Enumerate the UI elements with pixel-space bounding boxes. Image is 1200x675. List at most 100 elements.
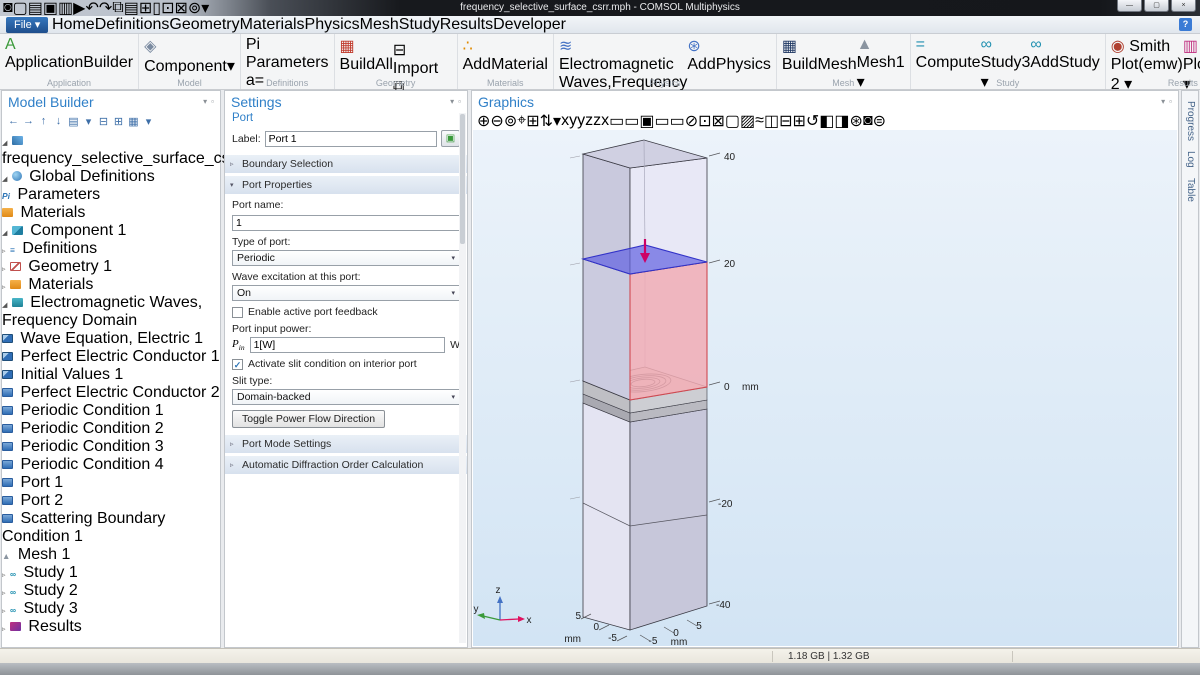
side-tab[interactable]: Progress: [1185, 101, 1196, 141]
panel-menu-icon[interactable]: ▾: [450, 97, 454, 106]
label-input[interactable]: [265, 131, 437, 147]
wave-excitation-select[interactable]: On ▾: [232, 285, 460, 301]
tree-item[interactable]: Pi Parameters: [2, 186, 220, 204]
toolbar-icon[interactable]: ⊡: [698, 111, 711, 131]
ribbon-tab[interactable]: Developer: [493, 16, 566, 34]
tree-item[interactable]: Port 2: [2, 492, 220, 510]
toolbar-icon[interactable]: ▭: [670, 111, 685, 131]
toolbar-icon[interactable]: xy: [561, 112, 577, 130]
tree-expander[interactable]: ▹: [2, 572, 6, 579]
section-diffraction-order[interactable]: ▹ Automatic Diffraction Order Calculatio…: [225, 456, 467, 474]
toolbar-icon[interactable]: ≈: [755, 112, 764, 130]
ribbon-button[interactable]: ⊛ AddPhysics: [687, 36, 771, 74]
toolbar-icon[interactable]: ▭: [624, 111, 639, 131]
tree-item[interactable]: Perfect Electric Conductor 1: [2, 348, 220, 366]
tree-expander[interactable]: ▹: [2, 284, 6, 291]
pin-icon[interactable]: ▫: [458, 97, 461, 106]
ribbon-small-button[interactable]: ⊟ Import: [393, 40, 452, 78]
file-menu-button[interactable]: File ▾: [6, 17, 48, 33]
tree-expander[interactable]: ▹: [2, 590, 6, 597]
toolbar-icon[interactable]: ⊞: [526, 111, 539, 131]
tree-expander[interactable]: ▹: [2, 266, 6, 273]
tree-item[interactable]: ◢ Component 1: [2, 222, 220, 240]
toolbar-icon[interactable]: ⊕: [477, 111, 490, 131]
tree-item[interactable]: Wave Equation, Electric 1: [2, 330, 220, 348]
tree-expander[interactable]: ▹: [2, 248, 6, 255]
tree-item[interactable]: ▹ ∞ Study 3: [2, 600, 220, 618]
toolbar-icon[interactable]: ▾: [553, 111, 561, 131]
active-port-feedback-checkbox[interactable]: [232, 307, 243, 318]
tree-item[interactable]: Scattering Boundary Condition 1: [2, 510, 220, 546]
ribbon-button[interactable]: ◈ Component▾: [144, 36, 235, 76]
settings-scrollbar[interactable]: [459, 113, 466, 643]
ribbon-tab[interactable]: Physics: [305, 16, 360, 34]
toolbar-icon[interactable]: ◨: [834, 111, 849, 131]
tree-item[interactable]: ◢ frequency_selective_surface_csrr.mph: [2, 132, 220, 168]
tree-expander[interactable]: ◢: [2, 302, 7, 309]
pin-icon[interactable]: ▫: [211, 97, 214, 106]
toolbar-icon[interactable]: ⇅: [540, 111, 553, 131]
help-button[interactable]: ?: [1179, 18, 1192, 31]
toolbar-icon[interactable]: ◧: [819, 111, 834, 131]
ribbon-button[interactable]: ▦ BuildMesh: [782, 36, 857, 74]
toolbar-icon[interactable]: ⊛: [850, 111, 863, 131]
toolbar-icon[interactable]: ⌖: [517, 112, 526, 130]
pin-icon[interactable]: ▫: [1169, 97, 1172, 106]
slit-condition-checkbox[interactable]: ✓: [232, 359, 243, 370]
section-boundary-selection[interactable]: ▹ Boundary Selection: [225, 155, 467, 173]
window-control-button[interactable]: ▢: [1144, 0, 1169, 12]
toolbar-icon[interactable]: ▾: [141, 115, 156, 128]
ribbon-tab[interactable]: Materials: [240, 16, 305, 34]
toolbar-icon[interactable]: ⊖: [490, 111, 503, 131]
tree-item[interactable]: ▹ Materials: [2, 276, 220, 294]
tree-item[interactable]: Initial Values 1: [2, 366, 220, 384]
toolbar-icon[interactable]: ⊘: [685, 111, 698, 131]
scrollbar-thumb[interactable]: [460, 114, 465, 244]
tree-item[interactable]: Periodic Condition 3: [2, 438, 220, 456]
lower-box-left-face[interactable]: [583, 403, 630, 630]
tree-item[interactable]: ▹ ≡ Definitions: [2, 240, 220, 258]
panel-menu-icon[interactable]: ▾: [203, 97, 207, 106]
lower-box-right-face[interactable]: [630, 409, 707, 630]
tree-expander[interactable]: ◢: [2, 230, 7, 237]
ribbon-button[interactable]: = Compute: [916, 36, 981, 72]
toolbar-icon[interactable]: ▨: [740, 111, 755, 131]
rename-button[interactable]: ▣: [441, 130, 460, 147]
toolbar-icon[interactable]: ⊜: [873, 111, 886, 131]
ribbon-small-button[interactable]: Pi Parameters: [246, 36, 329, 72]
slit-type-select[interactable]: Domain-backed ▾: [232, 389, 460, 405]
tree-item[interactable]: Perfect Electric Conductor 2: [2, 384, 220, 402]
tree-item[interactable]: Periodic Condition 2: [2, 420, 220, 438]
middle-box-left-face[interactable]: [583, 259, 630, 400]
tree-expander[interactable]: ▹: [2, 626, 6, 633]
toolbar-icon[interactable]: ◙: [863, 112, 873, 130]
toolbar-icon[interactable]: ◫: [764, 111, 779, 131]
toolbar-icon[interactable]: ▭: [609, 111, 624, 131]
side-tab[interactable]: Log: [1185, 151, 1196, 168]
tree-item[interactable]: Periodic Condition 4: [2, 456, 220, 474]
tree-expander[interactable]: ◢: [2, 140, 7, 147]
tree-item[interactable]: ◢ Electromagnetic Waves, Frequency Domai…: [2, 294, 220, 330]
tree-item[interactable]: ▹ Results: [2, 618, 220, 636]
toolbar-icon[interactable]: ⊟: [96, 115, 111, 128]
tree-item[interactable]: Port 1: [2, 474, 220, 492]
section-port-properties[interactable]: ▾ Port Properties: [225, 176, 467, 194]
tree-item[interactable]: Periodic Condition 1: [2, 402, 220, 420]
toolbar-icon[interactable]: ▾: [81, 115, 96, 128]
toolbar-icon[interactable]: ▢: [725, 111, 740, 131]
ribbon-tab[interactable]: Home: [52, 16, 95, 34]
toolbar-icon[interactable]: →: [21, 115, 36, 127]
ribbon-tab[interactable]: Results: [440, 16, 493, 34]
tree-item[interactable]: Materials: [2, 204, 220, 222]
tree-expander[interactable]: ◢: [2, 176, 7, 183]
tree-item[interactable]: ▹ Geometry 1: [2, 258, 220, 276]
toolbar-icon[interactable]: ▦: [126, 115, 141, 128]
window-control-button[interactable]: —: [1117, 0, 1142, 12]
ribbon-button[interactable]: ∞ AddStudy: [1030, 36, 1099, 72]
graphics-canvas[interactable]: 40 20 0 mm -20 -40 5 0 -5 mm: [473, 130, 1177, 646]
section-port-mode-settings[interactable]: ▹ Port Mode Settings: [225, 435, 467, 453]
window-control-button[interactable]: ×: [1171, 0, 1196, 12]
slit-face-highlight[interactable]: [630, 262, 707, 400]
tree-item[interactable]: ◢ Global Definitions: [2, 168, 220, 186]
panel-menu-icon[interactable]: ▾: [1161, 97, 1165, 106]
